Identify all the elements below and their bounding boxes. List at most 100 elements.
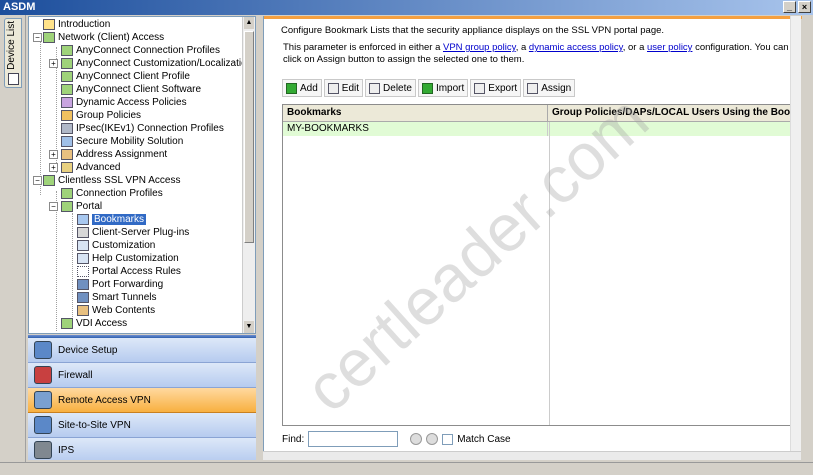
tree-item-label: Clientless SSL VPN Access [58, 175, 181, 186]
help-customization-icon [77, 253, 89, 264]
assign-button[interactable]: Assign [523, 79, 576, 97]
scroll-up-icon[interactable]: ▲ [244, 17, 254, 29]
tree-item-vdi-access[interactable]: VDI Access [61, 317, 127, 330]
tree-item-label: Secure Mobility Solution [76, 136, 184, 147]
scroll-down-icon[interactable]: ▼ [244, 321, 254, 333]
tree-item-label: Introduction [58, 19, 111, 30]
tree-item-label: Connection Profiles [76, 188, 163, 199]
tree-item-introduction[interactable]: Introduction [43, 18, 110, 31]
tree-item-clientless-ssl-vpn-access[interactable]: − Clientless SSL VPN Access [33, 174, 181, 187]
column-header-used-by[interactable]: Group Policies/DAPs/LOCAL Users Using th… [548, 105, 793, 121]
collapse-icon[interactable]: − [49, 202, 58, 211]
import-button[interactable]: Import [417, 79, 469, 97]
expand-icon[interactable]: + [49, 150, 58, 159]
bookmarks-table: Bookmarks Group Policies/DAPs/LOCAL User… [282, 104, 794, 426]
nav-firewall[interactable]: Firewall [28, 363, 256, 388]
tree-scrollbar[interactable]: ▲ ▼ [242, 17, 255, 333]
device-list-tab[interactable]: Device List [4, 18, 22, 88]
tree-item-label: AnyConnect Customization/Localization [76, 58, 253, 69]
tree-item-dynamic-access-policies[interactable]: Dynamic Access Policies [61, 96, 187, 109]
add-button[interactable]: Add [282, 79, 322, 97]
customization-icon [61, 58, 73, 69]
find-previous-icon[interactable] [410, 433, 423, 445]
tree-item-label: Advanced [76, 162, 121, 173]
nav-remote-access-vpn[interactable]: Remote Access VPN [28, 388, 256, 413]
tree-item-address-assignment[interactable]: + Address Assignment [49, 148, 167, 161]
minimize-button[interactable]: _ [783, 1, 796, 13]
main-scrollbar[interactable] [790, 16, 801, 459]
bookmark-icon [77, 214, 89, 225]
tree-item-anyconnect-customization[interactable]: + AnyConnect Customization/Localization [49, 57, 253, 70]
device-list-icon [8, 73, 19, 85]
nav-ips[interactable]: IPS [28, 438, 256, 460]
nav-label: IPS [58, 444, 75, 456]
expand-icon[interactable]: + [49, 163, 58, 172]
tree-item-label: Help Customization [92, 253, 179, 264]
user-policy-link[interactable]: user policy [647, 42, 692, 53]
tree-item-label: Network (Client) Access [58, 32, 165, 43]
assign-icon [527, 82, 539, 94]
smart-tunnel-icon [77, 292, 89, 303]
tree-connector [72, 213, 73, 319]
nav-site-to-site-vpn[interactable]: Site-to-Site VPN [28, 413, 256, 438]
plugin-icon [77, 227, 89, 238]
main-panel: Configure Bookmark Lists that the securi… [263, 16, 803, 459]
nav-label: Remote Access VPN [58, 394, 151, 406]
tree-item-label: Port Forwarding [92, 279, 164, 290]
parameter-description: This parameter is enforced in either a V… [283, 42, 803, 66]
table-row[interactable]: MY-BOOKMARKS [283, 122, 793, 136]
edit-button[interactable]: Edit [323, 79, 364, 97]
tree-item-portal-access-rules[interactable]: Portal Access Rules [77, 265, 181, 278]
tree-item-connection-profiles[interactable]: Connection Profiles [61, 187, 163, 200]
tree-item-secure-mobility-solution[interactable]: Secure Mobility Solution [61, 135, 183, 148]
find-input[interactable] [308, 431, 399, 447]
tree-item-port-forwarding[interactable]: Port Forwarding [77, 278, 163, 291]
tree-item-network-client-access[interactable]: − Network (Client) Access [33, 31, 165, 44]
clientless-vpn-icon [43, 175, 55, 186]
tree-item-anyconnect-connection-profiles[interactable]: AnyConnect Connection Profiles [61, 44, 220, 57]
match-case-checkbox[interactable] [442, 433, 454, 445]
collapse-icon[interactable]: − [33, 33, 42, 42]
export-button[interactable]: Export [470, 79, 522, 97]
site-to-site-icon [34, 416, 52, 434]
tree-item-customization[interactable]: Customization [77, 239, 155, 252]
mobility-icon [61, 136, 73, 147]
tree-item-group-policies[interactable]: Group Policies [61, 109, 141, 122]
tree-item-ipsec-connection-profiles[interactable]: IPsec(IKEv1) Connection Profiles [61, 122, 224, 135]
used-by-cell [548, 122, 793, 136]
tree-item-label: Group Policies [76, 110, 142, 121]
collapse-icon[interactable]: − [33, 176, 42, 185]
column-header-bookmarks[interactable]: Bookmarks [283, 105, 548, 121]
folder-icon [61, 162, 73, 173]
address-assignment-icon [61, 149, 73, 160]
scroll-thumb[interactable] [244, 31, 254, 243]
customization-icon [77, 240, 89, 251]
expand-icon[interactable]: + [49, 59, 58, 68]
export-icon [474, 82, 486, 94]
tree-item-client-server-plugins[interactable]: Client-Server Plug-ins [77, 226, 189, 239]
delete-button[interactable]: Delete [365, 79, 416, 97]
client-profile-icon [61, 71, 73, 82]
tree-item-web-contents[interactable]: Web Contents [77, 304, 155, 317]
navigation-tree: Introduction − Network (Client) Access A… [28, 16, 256, 334]
tree-item-help-customization[interactable]: Help Customization [77, 252, 179, 265]
find-next-icon[interactable] [426, 433, 439, 445]
tree-item-advanced[interactable]: + Advanced [49, 161, 121, 174]
window-controls: _ × [783, 1, 811, 13]
device-list-tab-label: Device List [6, 21, 17, 70]
horizontal-scrollbar[interactable] [263, 451, 801, 460]
vpn-group-policy-link[interactable]: VPN group policy [443, 42, 516, 53]
nav-device-setup[interactable]: Device Setup [28, 338, 256, 363]
tree-item-anyconnect-client-profile[interactable]: AnyConnect Client Profile [61, 70, 190, 83]
tree-item-anyconnect-client-software[interactable]: AnyConnect Client Software [61, 83, 201, 96]
tree-connector [40, 35, 41, 195]
tree-item-bookmarks[interactable]: Bookmarks [77, 213, 147, 226]
nav-label: Device Setup [58, 344, 118, 356]
tree-item-smart-tunnels[interactable]: Smart Tunnels [77, 291, 156, 304]
tree-item-label: Dynamic Access Policies [76, 97, 187, 108]
dynamic-access-policy-link[interactable]: dynamic access policy [529, 42, 623, 53]
close-button[interactable]: × [798, 1, 811, 13]
tree-item-portal[interactable]: − Portal [49, 200, 102, 213]
device-setup-icon [34, 341, 52, 359]
export-label: Export [488, 82, 518, 94]
